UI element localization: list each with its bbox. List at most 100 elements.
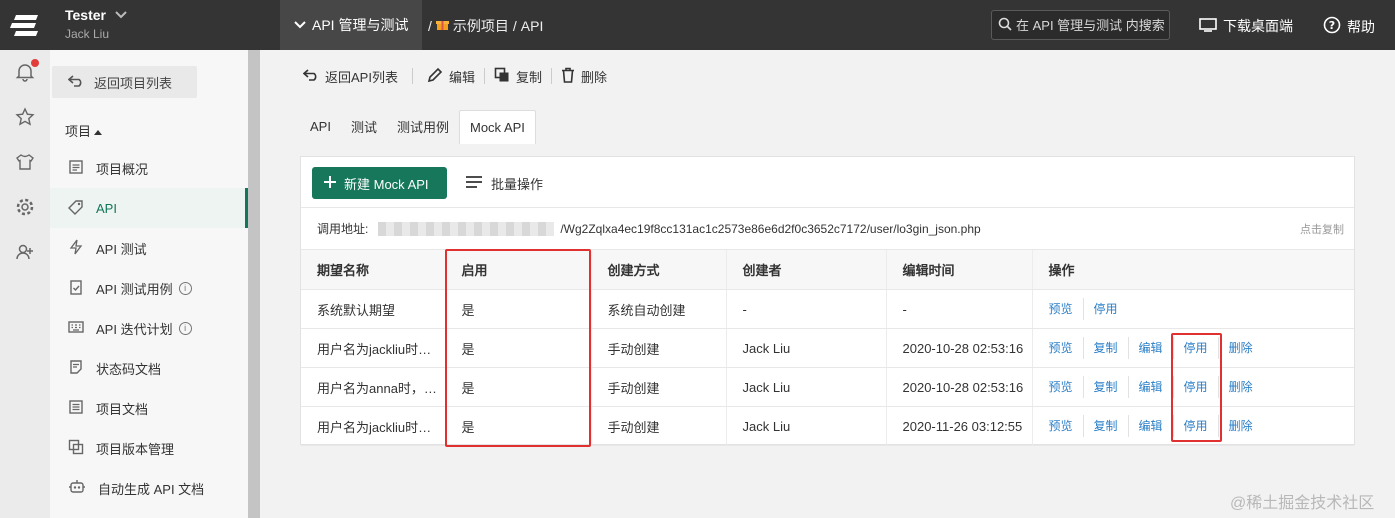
expectation-name[interactable]: 用户名为anna时，… [301, 367, 445, 407]
edit-button[interactable]: 编辑 [427, 67, 475, 86]
enabled-value: 是 [444, 406, 591, 446]
breadcrumb-project[interactable]: 示例项目 [453, 16, 509, 36]
sidebar-item-auto-docs[interactable]: 自动生成 API 文档 [50, 468, 248, 508]
delete-link[interactable]: 删除 [1217, 376, 1253, 398]
delete-link[interactable]: 删除 [1217, 415, 1253, 437]
creator: - [725, 289, 886, 329]
enabled-value: 是 [444, 328, 591, 368]
edit-time: 2020-10-28 02:53:16 [885, 328, 1032, 368]
project-menu-label: API 管理与测试 [312, 17, 409, 33]
delete-link[interactable]: 删除 [1217, 337, 1253, 359]
caret-up-icon [94, 123, 103, 138]
sidebar-scrollbar[interactable] [248, 50, 260, 518]
expectation-name[interactable]: 用户名为jackliu时… [301, 406, 445, 446]
call-url-path: /Wg2Zqlxa4ec19f8cc131ac1c2573e86e6d2f0c3… [560, 221, 981, 236]
user-subtitle: Jack Liu [65, 27, 110, 41]
search-icon [998, 17, 1012, 34]
column-header-edit-time: 编辑时间 [885, 249, 1032, 290]
tab-api[interactable]: API [300, 110, 341, 142]
disable-link[interactable]: 停用 [1172, 376, 1218, 398]
disable-link[interactable]: 停用 [1082, 298, 1118, 320]
copy-link[interactable]: 复制 [1082, 415, 1128, 437]
edit-time: 2020-11-26 03:12:55 [885, 406, 1032, 446]
sidebar-item-label: API 测试 [96, 241, 147, 257]
delete-button[interactable]: 删除 [561, 67, 607, 86]
add-user-icon[interactable] [13, 240, 37, 264]
back-to-api-list-button[interactable]: 返回API列表 [302, 67, 398, 86]
notification-dot [31, 59, 39, 67]
shirt-icon[interactable] [13, 150, 37, 174]
svg-text:?: ? [1329, 19, 1335, 32]
row-actions: 预览 复制 编辑 停用 删除 [1031, 406, 1354, 446]
tab-test-cases[interactable]: 测试用例 [387, 110, 459, 142]
new-mock-api-label: 新建 Mock API [344, 176, 429, 192]
user-switcher[interactable]: Tester Jack Liu [65, 7, 127, 41]
project-menu[interactable]: API 管理与测试 [280, 0, 422, 50]
new-mock-api-button[interactable]: 新建 Mock API [312, 167, 447, 199]
tab-bar: API 测试 测试用例 Mock API [300, 110, 536, 144]
search-input[interactable] [1016, 17, 1166, 33]
column-header-method: 创建方式 [590, 249, 726, 290]
sidebar-item-api[interactable]: API [50, 188, 248, 228]
sidebar-item-overview[interactable]: 项目概况 [50, 148, 248, 188]
help-button[interactable]: ? 帮助 [1323, 16, 1375, 37]
preview-link[interactable]: 预览 [1049, 376, 1083, 398]
table-row: 用户名为jackliu时… 是 手动创建 Jack Liu 2020-10-28… [301, 328, 1354, 368]
click-to-copy-link[interactable]: 点击复制 [1300, 221, 1344, 237]
preview-link[interactable]: 预览 [1049, 337, 1083, 359]
edit-link[interactable]: 编辑 [1127, 415, 1173, 437]
enabled-value: 是 [444, 289, 591, 329]
undo-arrow-icon [302, 68, 319, 84]
sidebar-item-project-docs[interactable]: 项目文档 [50, 388, 248, 428]
search-box[interactable] [991, 10, 1170, 40]
preview-link[interactable]: 预览 [1049, 415, 1083, 437]
copy-link[interactable]: 复制 [1082, 337, 1128, 359]
back-to-projects-label: 返回项目列表 [94, 75, 173, 91]
enabled-value: 是 [444, 367, 591, 407]
sidebar-item-status-codes[interactable]: 状态码文档 [50, 348, 248, 388]
batch-operations-button[interactable]: 批量操作 [465, 174, 543, 193]
sidebar-item-label: 项目概况 [96, 161, 149, 177]
top-bar: Tester Jack Liu API 管理与测试 / 示例项目 / API 下… [0, 0, 1395, 50]
create-method: 手动创建 [590, 367, 726, 407]
breadcrumb: / 示例项目 / API [428, 16, 543, 36]
tab-test[interactable]: 测试 [341, 110, 387, 142]
chevron-down-icon [115, 8, 127, 23]
info-icon[interactable]: i [178, 281, 192, 295]
row-actions: 预览 复制 编辑 停用 删除 [1031, 328, 1354, 368]
robot-icon [68, 479, 86, 498]
sidebar-item-version-mgmt[interactable]: 项目版本管理 [50, 428, 248, 468]
info-icon[interactable]: i [178, 321, 192, 335]
expectation-name[interactable]: 用户名为jackliu时… [301, 328, 445, 368]
edit-link[interactable]: 编辑 [1127, 376, 1173, 398]
sidebar-item-iteration-plan[interactable]: API 迭代计划 i [50, 308, 248, 348]
mock-expectations-table: 期望名称 启用 创建方式 创建者 编辑时间 操作 系统默认期望 是 系统自动创建… [301, 249, 1354, 446]
list-doc-icon [68, 399, 84, 418]
logo-icon [10, 15, 38, 36]
breadcrumb-page: API [520, 18, 544, 34]
project-section-header[interactable]: 项目 [65, 121, 103, 140]
disable-link[interactable]: 停用 [1172, 337, 1218, 359]
column-header-creator: 创建者 [725, 249, 886, 290]
sidebar-item-api-test-cases[interactable]: API 测试用例 i [50, 268, 248, 308]
star-icon[interactable] [13, 105, 37, 129]
preview-link[interactable]: 预览 [1049, 298, 1083, 320]
tab-mock-api[interactable]: Mock API [459, 110, 536, 144]
copy-button[interactable]: 复制 [494, 67, 542, 86]
create-method: 手动创建 [590, 406, 726, 446]
sidebar-item-label: 项目版本管理 [96, 441, 175, 457]
copy-icon [68, 439, 84, 458]
back-to-projects-button[interactable]: 返回项目列表 [52, 66, 197, 98]
undo-arrow-icon [67, 74, 84, 90]
section-label: 项目 [65, 124, 92, 139]
sidebar-item-api-test[interactable]: API 测试 [50, 228, 248, 268]
app-logo[interactable] [0, 0, 50, 50]
disable-link[interactable]: 停用 [1172, 415, 1218, 437]
row-actions: 预览 停用 [1031, 289, 1354, 329]
download-desktop-button[interactable]: 下载桌面端 [1199, 16, 1293, 36]
copy-link[interactable]: 复制 [1082, 376, 1128, 398]
doc-icon [68, 359, 84, 378]
gear-icon[interactable] [13, 195, 37, 219]
expectation-name[interactable]: 系统默认期望 [301, 289, 445, 329]
edit-link[interactable]: 编辑 [1127, 337, 1173, 359]
